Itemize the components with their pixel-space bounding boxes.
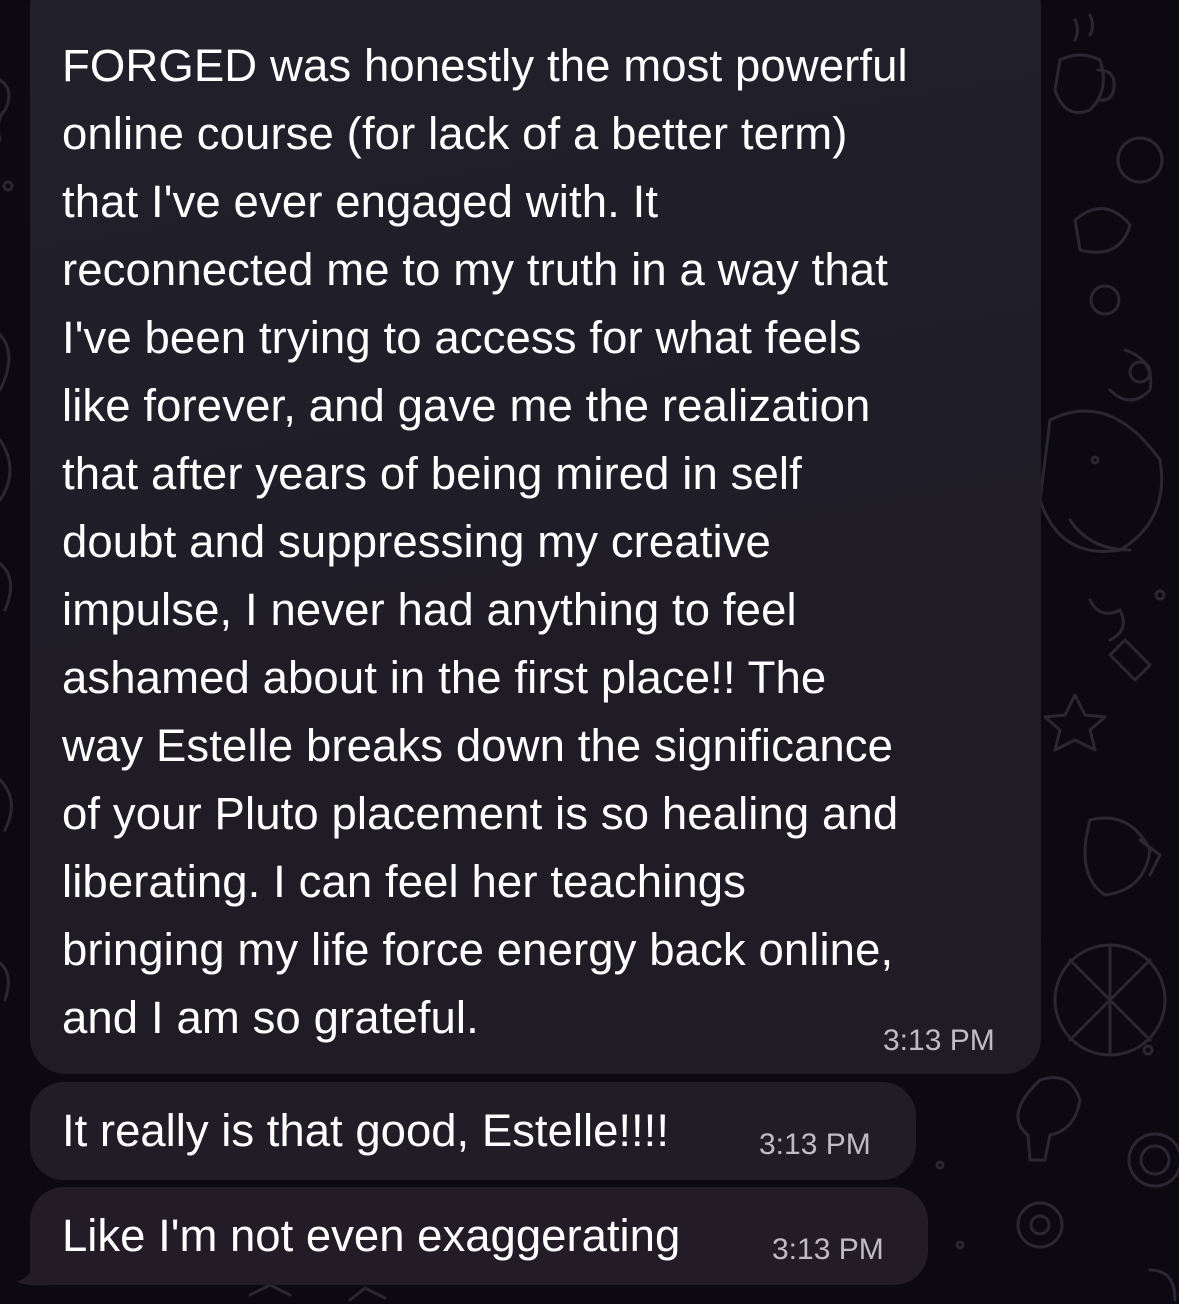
message-timestamp: 3:13 PM [759,1128,871,1161]
message-timestamp: 3:13 PM [883,1024,995,1057]
message-text: Like I'm not even exaggerating [62,1210,681,1261]
cup-doodle-icon [1053,53,1105,114]
balloon-doodle-icon [1038,409,1164,553]
billiard-ball-doodle-icon [1016,1201,1064,1249]
message-bubble[interactable]: It really is that good, Estelle!!!! 3:13… [30,1082,916,1180]
bubble-tail-icon [16,1262,50,1286]
message-timestamp: 3:13 PM [772,1233,884,1266]
message-bubble[interactable]: Like I'm not even exaggerating 3:13 PM [30,1187,928,1285]
message-text: FORGED was honestly the most powerful on… [62,40,908,1043]
message-bubble[interactable]: FORGED was honestly the most powerful on… [30,0,1041,1074]
message-text: It really is that good, Estelle!!!! [62,1105,669,1156]
flashlight-doodle-icon [1108,638,1152,682]
lightbulb-doodle-icon [1016,1076,1082,1162]
star-doodle-icon [1043,693,1107,752]
strawberry-doodle-icon [1116,136,1164,184]
spiral-doodle-icon [1127,1132,1179,1188]
